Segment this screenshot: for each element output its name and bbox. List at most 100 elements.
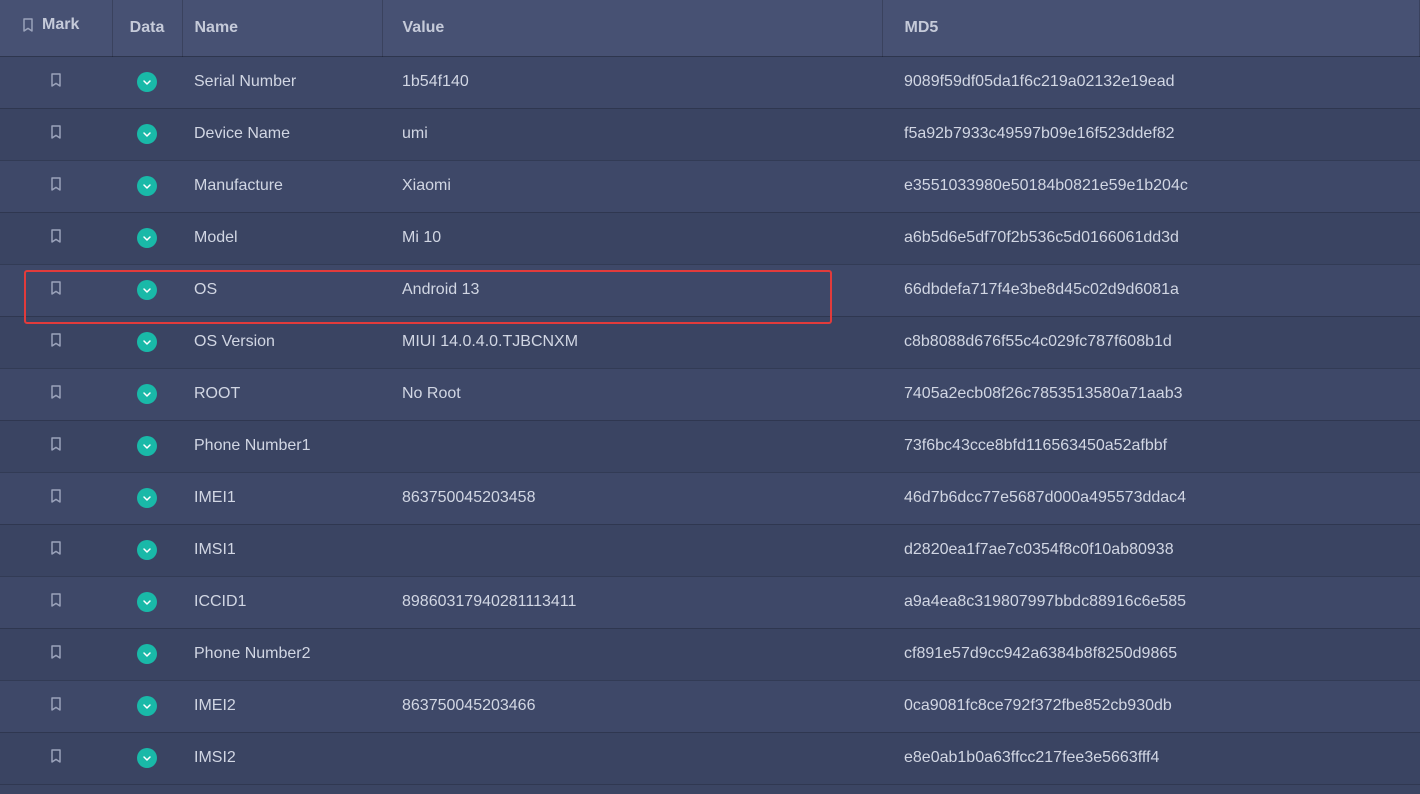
- cell-data[interactable]: [112, 368, 182, 420]
- bookmark-icon[interactable]: [48, 122, 64, 142]
- cell-name: ROOT: [182, 368, 382, 420]
- cell-data[interactable]: [112, 108, 182, 160]
- cell-mark[interactable]: [0, 524, 112, 576]
- cell-mark[interactable]: [0, 628, 112, 680]
- cell-data[interactable]: [112, 56, 182, 108]
- cell-mark[interactable]: [0, 108, 112, 160]
- header-value[interactable]: Value: [382, 0, 882, 56]
- checkmark-down-icon[interactable]: [137, 696, 157, 716]
- checkmark-down-icon[interactable]: [137, 124, 157, 144]
- cell-data[interactable]: [112, 576, 182, 628]
- cell-mark[interactable]: [0, 732, 112, 784]
- cell-md5: e8e0ab1b0a63ffcc217fee3e5663fff4: [882, 732, 1420, 784]
- cell-mark[interactable]: [0, 56, 112, 108]
- header-mark[interactable]: Mark: [0, 0, 112, 56]
- checkmark-down-icon[interactable]: [137, 332, 157, 352]
- table-row[interactable]: OSAndroid 1366dbdefa717f4e3be8d45c02d9d6…: [0, 264, 1420, 316]
- bookmark-icon[interactable]: [48, 486, 64, 506]
- cell-data[interactable]: [112, 264, 182, 316]
- cell-value: umi: [382, 108, 882, 160]
- cell-data[interactable]: [112, 420, 182, 472]
- checkmark-down-icon[interactable]: [137, 384, 157, 404]
- header-md5-label: MD5: [905, 19, 939, 36]
- cell-md5: d2820ea1f7ae7c0354f8c0f10ab80938: [882, 524, 1420, 576]
- header-mark-label: Mark: [42, 16, 79, 34]
- cell-mark[interactable]: [0, 212, 112, 264]
- bookmark-icon[interactable]: [48, 330, 64, 350]
- header-name[interactable]: Name: [182, 0, 382, 56]
- cell-name: IMSI2: [182, 732, 382, 784]
- cell-md5: e3551033980e50184b0821e59e1b204c: [882, 160, 1420, 212]
- cell-name: Device Name: [182, 108, 382, 160]
- bookmark-icon[interactable]: [48, 70, 64, 90]
- cell-mark[interactable]: [0, 160, 112, 212]
- table-row[interactable]: ICCID189860317940281113411a9a4ea8c319807…: [0, 576, 1420, 628]
- cell-name: OS: [182, 264, 382, 316]
- checkmark-down-icon[interactable]: [137, 72, 157, 92]
- cell-data[interactable]: [112, 316, 182, 368]
- header-data[interactable]: Data: [112, 0, 182, 56]
- checkmark-down-icon[interactable]: [137, 176, 157, 196]
- header-md5[interactable]: MD5: [882, 0, 1420, 56]
- table-row[interactable]: Phone Number1 73f6bc43cce8bfd116563450a52…: [0, 420, 1420, 472]
- table-row[interactable]: Phone Number2cf891e57d9cc942a6384b8f8250…: [0, 628, 1420, 680]
- table-row[interactable]: IMSI1d2820ea1f7ae7c0354f8c0f10ab80938: [0, 524, 1420, 576]
- cell-name: Phone Number2: [182, 628, 382, 680]
- table-row[interactable]: IMEI28637500452034660ca9081fc8ce792f372f…: [0, 680, 1420, 732]
- checkmark-down-icon[interactable]: [137, 436, 157, 456]
- bookmark-icon[interactable]: [48, 694, 64, 714]
- checkmark-down-icon[interactable]: [137, 644, 157, 664]
- header-value-label: Value: [403, 19, 445, 36]
- table-row[interactable]: ModelMi 10a6b5d6e5df70f2b536c5d0166061dd…: [0, 212, 1420, 264]
- cell-md5: a6b5d6e5df70f2b536c5d0166061dd3d: [882, 212, 1420, 264]
- cell-data[interactable]: [112, 732, 182, 784]
- cell-md5: 73f6bc43cce8bfd116563450a52afbbf: [882, 420, 1420, 472]
- cell-name: IMEI1: [182, 472, 382, 524]
- cell-md5: a9a4ea8c319807997bbdc88916c6e585: [882, 576, 1420, 628]
- checkmark-down-icon[interactable]: [137, 592, 157, 612]
- cell-mark[interactable]: [0, 472, 112, 524]
- bookmark-icon[interactable]: [48, 434, 64, 454]
- table-row[interactable]: IMEI186375004520345846d7b6dcc77e5687d000…: [0, 472, 1420, 524]
- cell-data[interactable]: [112, 628, 182, 680]
- table-row[interactable]: IMSI2 e8e0ab1b0a63ffcc217fee3e5663fff4: [0, 732, 1420, 784]
- bookmark-icon[interactable]: [48, 642, 64, 662]
- cell-mark[interactable]: [0, 264, 112, 316]
- checkmark-down-icon[interactable]: [137, 540, 157, 560]
- device-info-table: Mark Data Name Value MD5 Serial Number1b…: [0, 0, 1420, 785]
- checkmark-down-icon[interactable]: [137, 488, 157, 508]
- bookmark-icon[interactable]: [48, 226, 64, 246]
- cell-data[interactable]: [112, 524, 182, 576]
- bookmark-icon[interactable]: [48, 174, 64, 194]
- bookmark-icon[interactable]: [48, 382, 64, 402]
- cell-data[interactable]: [112, 472, 182, 524]
- cell-mark[interactable]: [0, 420, 112, 472]
- cell-mark[interactable]: [0, 576, 112, 628]
- checkmark-down-icon[interactable]: [137, 280, 157, 300]
- cell-data[interactable]: [112, 212, 182, 264]
- table-row[interactable]: Serial Number1b54f1409089f59df05da1f6c21…: [0, 56, 1420, 108]
- checkmark-down-icon[interactable]: [137, 228, 157, 248]
- table-header-row: Mark Data Name Value MD5: [0, 0, 1420, 56]
- cell-md5: f5a92b7933c49597b09e16f523ddef82: [882, 108, 1420, 160]
- cell-value: [382, 732, 882, 784]
- bookmark-icon[interactable]: [48, 590, 64, 610]
- cell-value: [382, 420, 882, 472]
- table-row[interactable]: ROOTNo Root7405a2ecb08f26c7853513580a71a…: [0, 368, 1420, 420]
- cell-value: Android 13: [382, 264, 882, 316]
- cell-data[interactable]: [112, 160, 182, 212]
- cell-mark[interactable]: [0, 316, 112, 368]
- cell-mark[interactable]: [0, 368, 112, 420]
- checkmark-down-icon[interactable]: [137, 748, 157, 768]
- bookmark-icon[interactable]: [48, 538, 64, 558]
- table-row[interactable]: OS VersionMIUI 14.0.4.0.TJBCNXMc8b8088d6…: [0, 316, 1420, 368]
- table-row[interactable]: ManufactureXiaomie3551033980e50184b0821e…: [0, 160, 1420, 212]
- table-row[interactable]: Device Nameumif5a92b7933c49597b09e16f523…: [0, 108, 1420, 160]
- cell-name: Phone Number1: [182, 420, 382, 472]
- bookmark-icon[interactable]: [48, 278, 64, 298]
- cell-mark[interactable]: [0, 680, 112, 732]
- cell-value: 863750045203458: [382, 472, 882, 524]
- bookmark-icon[interactable]: [48, 746, 64, 766]
- cell-md5: 0ca9081fc8ce792f372fbe852cb930db: [882, 680, 1420, 732]
- cell-data[interactable]: [112, 680, 182, 732]
